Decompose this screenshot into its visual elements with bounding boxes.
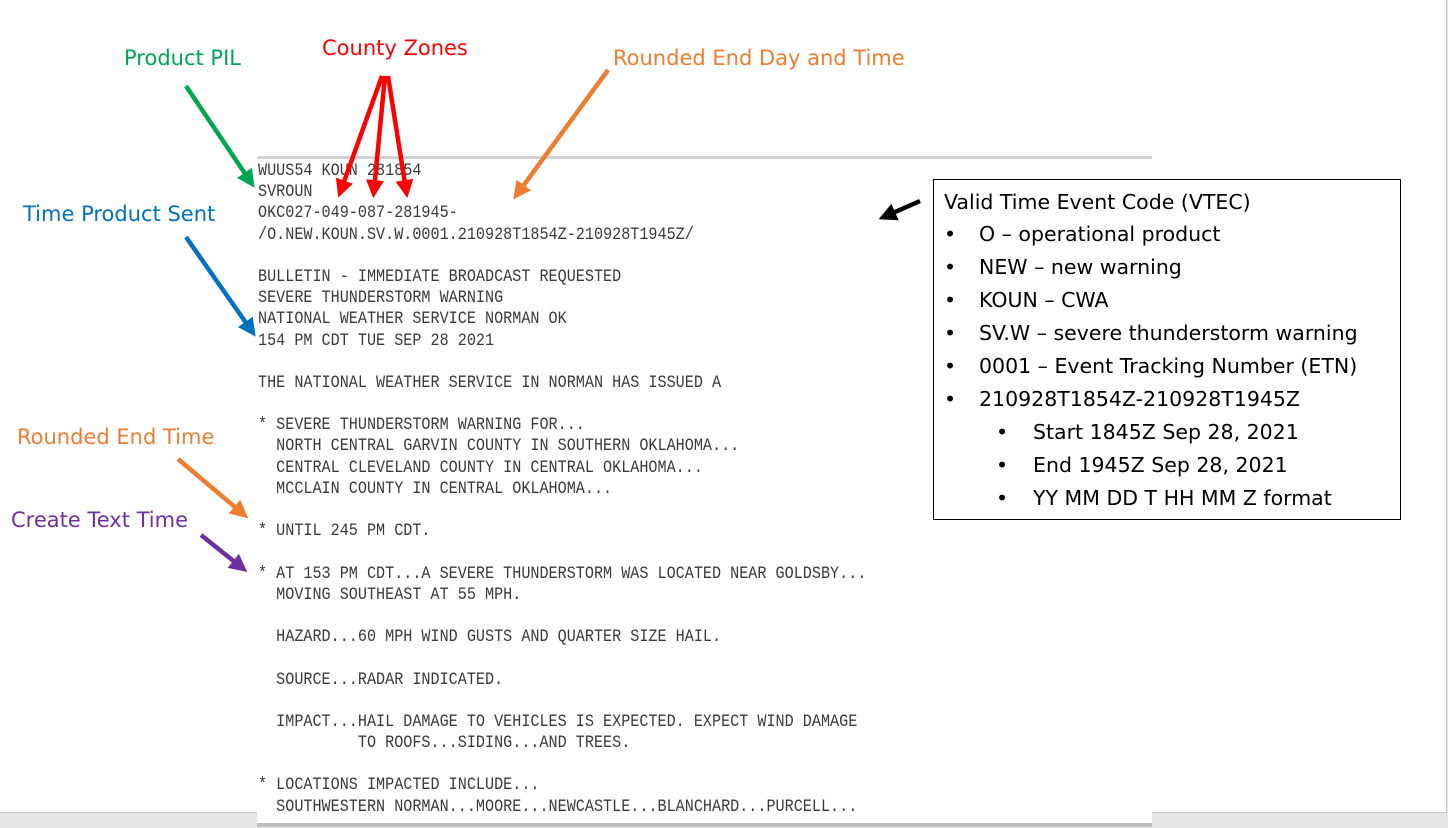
vtec-item-text: 210928T1854Z-210928T1945Z xyxy=(979,387,1301,411)
bullet-icon: • xyxy=(944,222,957,246)
bullet-icon: • xyxy=(996,486,1009,510)
bullet-icon: • xyxy=(944,255,957,279)
bullet-icon: • xyxy=(996,453,1009,477)
vtec-explanation-box: Valid Time Event Code (VTEC) • O – opera… xyxy=(933,179,1401,520)
vtec-item-text: O – operational product xyxy=(979,222,1221,246)
vtec-item-text: KOUN – CWA xyxy=(979,288,1109,312)
vtec-sub-item-text: End 1945Z Sep 28, 2021 xyxy=(1033,453,1288,477)
vtec-sub-item-text: YY MM DD T HH MM Z format xyxy=(1033,486,1332,510)
vtec-sub-item-text: Start 1845Z Sep 28, 2021 xyxy=(1033,420,1299,444)
bullet-icon: • xyxy=(944,321,957,345)
bullet-icon: • xyxy=(944,387,957,411)
arrow-time-product-sent-icon xyxy=(184,235,256,337)
slide-canvas: WUUS54 KOUN 281854 SVROUN OKC027-049-087-2… xyxy=(0,0,1447,827)
vtec-item-text: SV.W – severe thunderstorm warning xyxy=(979,321,1358,345)
bullet-icon: • xyxy=(944,288,957,312)
bullet-icon: • xyxy=(944,354,957,378)
arrow-county-zone-3-icon xyxy=(385,75,414,199)
arrow-product-pil-icon xyxy=(184,84,255,188)
arrow-vtec-icon xyxy=(878,198,921,221)
arrow-rounded-end-day-time-icon xyxy=(513,68,610,200)
bullet-icon: • xyxy=(996,420,1009,444)
vtec-title: Valid Time Event Code (VTEC) xyxy=(944,190,1251,214)
vtec-item-text: NEW – new warning xyxy=(979,255,1182,279)
arrow-create-text-time-icon xyxy=(199,533,248,573)
vtec-item-text: 0001 – Event Tracking Number (ETN) xyxy=(979,354,1358,378)
arrow-rounded-end-time-icon xyxy=(176,457,249,519)
